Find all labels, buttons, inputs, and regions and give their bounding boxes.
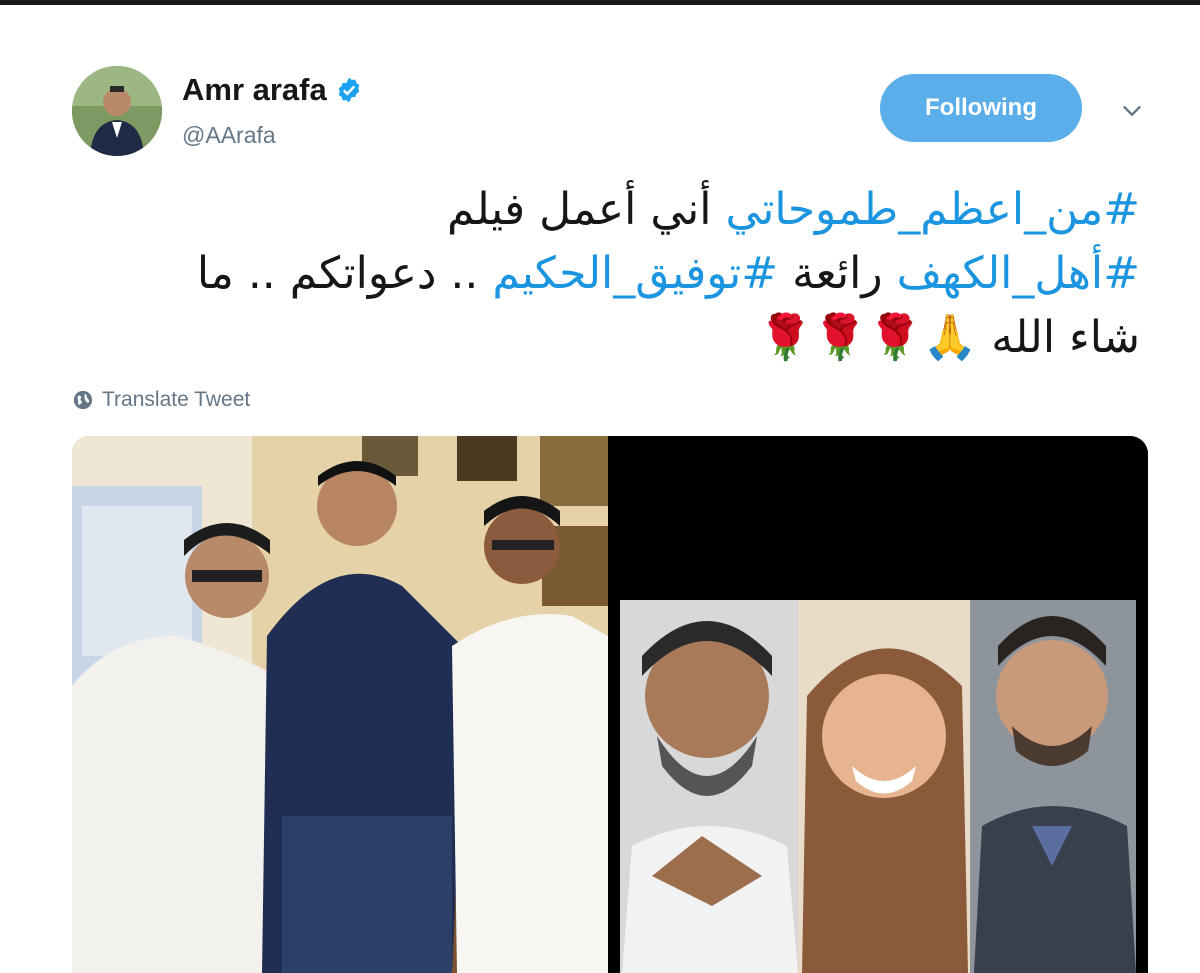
top-edge-bar (0, 0, 1200, 5)
chevron-down-icon[interactable] (1118, 96, 1146, 124)
tweet-text-segment: رائعة (778, 248, 897, 299)
tweet-line-2: #أهل_الكهف رائعة #توفيق_الحكيم .. دعواتك… (70, 242, 1140, 306)
tweet-media[interactable] (72, 436, 1148, 973)
handle[interactable]: @AArafa (182, 122, 276, 149)
tweet-line-1: #من_اعظم_طموحاتي أني أعمل فيلم (70, 178, 1140, 242)
tweet-line-3: شاء الله 🙏🌹🌹🌹 (70, 306, 1140, 370)
avatar[interactable] (72, 66, 162, 156)
display-name-row: Amr arafa (182, 72, 363, 108)
hashtag-link[interactable]: #توفيق_الحكيم (492, 248, 778, 299)
avatar-photo (72, 66, 162, 156)
translate-tweet[interactable]: Translate Tweet (72, 388, 250, 412)
translate-label: Translate Tweet (102, 388, 251, 411)
verified-badge-icon (338, 77, 360, 103)
globe-icon (73, 390, 93, 410)
hashtag-link[interactable]: #من_اعظم_طموحاتي (726, 184, 1141, 235)
tweet-text-segment: شاء الله 🙏🌹🌹🌹 (758, 312, 1140, 363)
photo-group[interactable] (72, 436, 608, 973)
tweet-text-segment: .. دعواتكم .. ما (196, 248, 493, 299)
following-button[interactable]: Following (880, 74, 1082, 142)
photo-actors[interactable] (612, 436, 1148, 973)
display-name[interactable]: Amr arafa (182, 72, 327, 108)
hashtag-link[interactable]: #أهل_الكهف (897, 248, 1140, 299)
tweet-text: #من_اعظم_طموحاتي أني أعمل فيلم #أهل_الكه… (70, 178, 1140, 370)
tweet-text-segment: أني أعمل فيلم (446, 184, 726, 235)
